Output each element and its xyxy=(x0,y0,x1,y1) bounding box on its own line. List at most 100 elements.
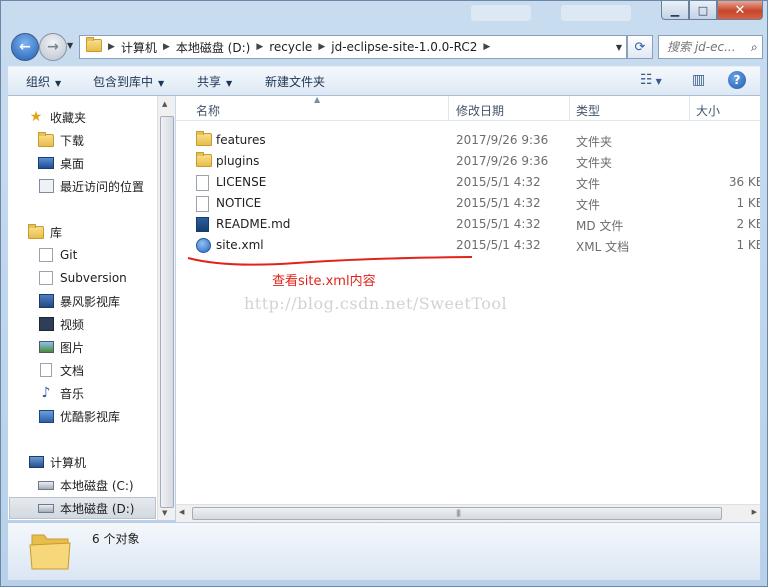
file-date: 2015/5/1 4:32 xyxy=(456,196,541,210)
nav-scroll-thumb[interactable] xyxy=(160,116,174,508)
md-file-icon xyxy=(196,217,209,235)
breadcrumb-recycle[interactable]: recycle xyxy=(269,40,312,54)
details-pane: 6 个对象 xyxy=(8,522,760,580)
nav-item-music[interactable]: ♪ 音乐 xyxy=(38,382,174,404)
file-row-license[interactable]: LICENSE 2015/5/1 4:32 文件 36 KB xyxy=(190,172,760,193)
refresh-button[interactable]: ⟳ xyxy=(627,35,653,59)
file-name: README.md xyxy=(216,217,291,231)
share-button[interactable]: 共享 ▼ xyxy=(197,73,232,90)
location-folder-icon xyxy=(86,37,102,55)
column-header-row: ▲ 名称 修改日期 类型 大小 xyxy=(176,96,760,121)
nav-item-subversion[interactable]: Subversion xyxy=(38,267,174,289)
maximize-button[interactable]: □ xyxy=(689,1,717,20)
chevron-right-icon[interactable]: ▶ xyxy=(163,42,170,52)
file-row-readme[interactable]: README.md 2015/5/1 4:32 MD 文件 2 KB xyxy=(190,214,760,235)
file-row-site-xml[interactable]: site.xml 2015/5/1 4:32 XML 文档 1 KB xyxy=(190,235,760,256)
file-name: site.xml xyxy=(216,238,264,252)
nav-pane-scrollbar[interactable]: ▲ ▼ xyxy=(157,96,175,520)
column-size[interactable]: 大小 xyxy=(696,102,720,119)
large-folder-icon xyxy=(29,534,71,570)
scroll-up-icon[interactable]: ▲ xyxy=(162,100,167,108)
chevron-right-icon[interactable]: ▶ xyxy=(256,42,263,52)
watermark-text: http://blog.csdn.net/SweetTool xyxy=(244,294,508,313)
help-button[interactable]: ? xyxy=(728,71,746,89)
file-size: 1 KB xyxy=(736,238,760,252)
organize-label: 组织 xyxy=(26,75,51,89)
new-folder-label: 新建文件夹 xyxy=(265,75,326,89)
breadcrumb-drive-d[interactable]: 本地磁盘 (D:) xyxy=(176,39,250,56)
nav-item-label: 本地磁盘 (C:) xyxy=(60,478,134,493)
subversion-library-icon xyxy=(38,271,54,285)
nav-item-drive-c[interactable]: 本地磁盘 (C:) xyxy=(38,474,174,496)
nav-item-desktop[interactable]: 桌面 xyxy=(38,152,174,174)
system-drive-icon xyxy=(38,478,54,492)
new-folder-button[interactable]: 新建文件夹 xyxy=(265,73,325,90)
library-icon xyxy=(28,223,44,239)
column-divider[interactable] xyxy=(569,96,570,120)
view-options-button[interactable]: ☷ ▼ xyxy=(640,72,662,88)
nav-item-documents[interactable]: 文档 xyxy=(38,359,174,381)
preview-pane-icon: ▥ xyxy=(692,72,706,88)
nav-item-downloads[interactable]: 下载 xyxy=(38,129,174,151)
nav-item-youku-library[interactable]: 优酷影视库 xyxy=(38,405,174,427)
title-bar[interactable]: ▁ □ ✕ xyxy=(1,1,768,29)
include-in-library-button[interactable]: 包含到库中 ▼ xyxy=(93,73,164,90)
breadcrumb-computer[interactable]: 计算机 xyxy=(121,39,157,56)
video-library-icon xyxy=(38,409,54,423)
column-divider[interactable] xyxy=(689,96,690,120)
close-button[interactable]: ✕ xyxy=(717,1,763,20)
file-row-features[interactable]: features 2017/9/26 9:36 文件夹 xyxy=(190,130,760,151)
nav-item-baofeng-library[interactable]: 暴风影视库 xyxy=(38,290,174,312)
column-name[interactable]: 名称 xyxy=(196,102,220,119)
sort-ascending-icon: ▲ xyxy=(314,96,321,104)
nav-computer[interactable]: 计算机 xyxy=(28,451,174,473)
scroll-down-icon[interactable]: ▼ xyxy=(162,509,167,517)
scroll-left-icon[interactable]: ◀ xyxy=(179,508,184,516)
file-icon xyxy=(196,196,209,215)
file-name: NOTICE xyxy=(216,196,262,210)
address-history-dropdown[interactable]: ▼ xyxy=(616,43,622,52)
address-bar[interactable]: ▶ 计算机 ▶ 本地磁盘 (D:) ▶ recycle ▶ jd-eclipse… xyxy=(79,35,627,59)
file-list-hscrollbar[interactable]: ◀ ||| ▶ xyxy=(176,504,760,522)
breadcrumb-current-folder[interactable]: jd-eclipse-site-1.0.0-RC2 xyxy=(331,40,477,54)
nav-item-label: 音乐 xyxy=(60,386,85,401)
minimize-button[interactable]: ▁ xyxy=(661,1,689,20)
nav-item-drive-d[interactable]: 本地磁盘 (D:) xyxy=(9,497,156,519)
file-icon xyxy=(196,175,209,194)
nav-item-recent-places[interactable]: 最近访问的位置 xyxy=(38,175,174,197)
search-input[interactable] xyxy=(665,39,751,55)
file-row-plugins[interactable]: plugins 2017/9/26 9:36 文件夹 xyxy=(190,151,760,172)
nav-item-label: 视频 xyxy=(60,317,85,332)
chevron-right-icon[interactable]: ▶ xyxy=(108,42,115,52)
nav-item-label: 桌面 xyxy=(60,156,85,171)
search-icon[interactable]: ⌕ xyxy=(751,40,758,55)
recent-places-icon xyxy=(38,179,54,193)
background-window-ghost xyxy=(471,5,531,21)
nav-favorites[interactable]: ★ 收藏夹 xyxy=(28,106,174,128)
organize-button[interactable]: 组织 ▼ xyxy=(26,73,61,90)
chevron-right-icon[interactable]: ▶ xyxy=(318,42,325,52)
forward-button[interactable]: → xyxy=(39,33,67,61)
file-date: 2015/5/1 4:32 xyxy=(456,238,541,252)
music-note-icon: ♪ xyxy=(41,385,51,401)
nav-item-git[interactable]: Git xyxy=(38,244,174,266)
scroll-right-icon[interactable]: ▶ xyxy=(752,508,757,516)
search-box[interactable]: ⌕ xyxy=(658,35,763,59)
column-divider[interactable] xyxy=(448,96,449,120)
share-label: 共享 xyxy=(197,75,222,89)
file-row-notice[interactable]: NOTICE 2015/5/1 4:32 文件 1 KB xyxy=(190,193,760,214)
nav-item-label: 暴风影视库 xyxy=(60,294,121,309)
preview-pane-button[interactable]: ▥ xyxy=(692,72,705,88)
back-button[interactable]: ← xyxy=(11,33,39,61)
recent-pages-dropdown[interactable]: ▼ xyxy=(67,41,73,50)
minimize-icon: ▁ xyxy=(670,3,680,17)
drive-icon xyxy=(38,501,54,515)
column-modified[interactable]: 修改日期 xyxy=(456,102,504,119)
nav-libraries[interactable]: 库 xyxy=(28,221,174,243)
chevron-right-icon[interactable]: ▶ xyxy=(483,42,490,52)
nav-item-label: 最近访问的位置 xyxy=(60,179,145,194)
column-type[interactable]: 类型 xyxy=(576,102,600,119)
nav-item-pictures[interactable]: 图片 xyxy=(38,336,174,358)
file-date: 2017/9/26 9:36 xyxy=(456,154,549,168)
nav-item-videos[interactable]: 视频 xyxy=(38,313,174,335)
